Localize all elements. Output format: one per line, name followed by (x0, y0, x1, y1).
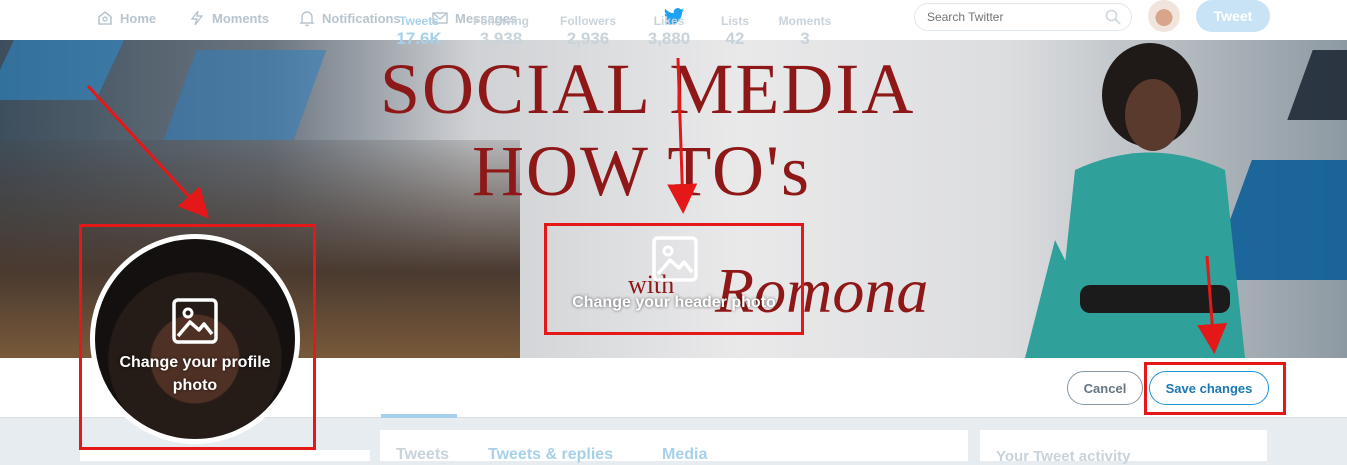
left-sidebar-card (80, 450, 370, 461)
stat-value: 3,880 (647, 29, 691, 48)
annotation-box-header-photo (544, 223, 804, 335)
bell-icon (299, 11, 315, 27)
stat-value: 42 (725, 29, 745, 48)
stat-value: 3,938 (479, 29, 523, 48)
banner-title-line1: SOCIAL MEDIA (380, 49, 916, 129)
annotation-box-save-changes (1144, 362, 1286, 415)
tweet-activity-title: Your Tweet activity (996, 448, 1131, 465)
stat-label: Tweets (399, 14, 439, 28)
tweet-button[interactable]: Tweet (1196, 0, 1270, 32)
lightning-icon (190, 10, 204, 26)
tab-tweets-replies[interactable]: Tweets & replies (488, 446, 613, 464)
active-tab-indicator (381, 414, 457, 418)
search-input[interactable] (914, 3, 1132, 31)
stat-label: Likes (653, 14, 685, 28)
nav-moments-label: Moments (212, 10, 270, 26)
nav-home[interactable]: Home (96, 0, 156, 36)
stat-label: Followers (559, 14, 616, 28)
stat-value: 17.6K (396, 29, 442, 48)
stat-label: Following (473, 14, 529, 28)
search-icon[interactable] (1104, 8, 1122, 26)
stat-value: 2,936 (566, 29, 610, 48)
tab-tweets[interactable]: Tweets (396, 446, 449, 464)
stat-lists[interactable]: Lists 42 (716, 14, 754, 49)
nav-home-label: Home (120, 10, 157, 26)
stat-label: Moments (778, 14, 832, 28)
stat-likes[interactable]: Likes 3,880 (640, 14, 698, 49)
tab-media[interactable]: Media (662, 446, 707, 464)
stat-followers[interactable]: Followers 2,936 (556, 14, 620, 49)
presenter-photo (1025, 43, 1245, 358)
stat-value: 3 (800, 29, 810, 48)
banner-title-line2: HOW TO's (472, 131, 812, 211)
banner-decoration (163, 50, 327, 140)
cancel-button[interactable]: Cancel (1067, 371, 1143, 405)
banner-decoration (0, 40, 124, 100)
stat-moments[interactable]: Moments 3 (774, 14, 836, 49)
banner-decoration (1287, 50, 1347, 120)
stat-tweets[interactable]: Tweets 17.6K (381, 14, 457, 49)
nav-moments[interactable]: Moments (188, 0, 269, 36)
user-avatar[interactable] (1148, 0, 1180, 32)
home-icon (98, 10, 112, 25)
stat-label: Lists (720, 14, 749, 28)
stat-following[interactable]: Following 3,938 (470, 14, 532, 49)
annotation-box-profile-photo (79, 224, 316, 450)
